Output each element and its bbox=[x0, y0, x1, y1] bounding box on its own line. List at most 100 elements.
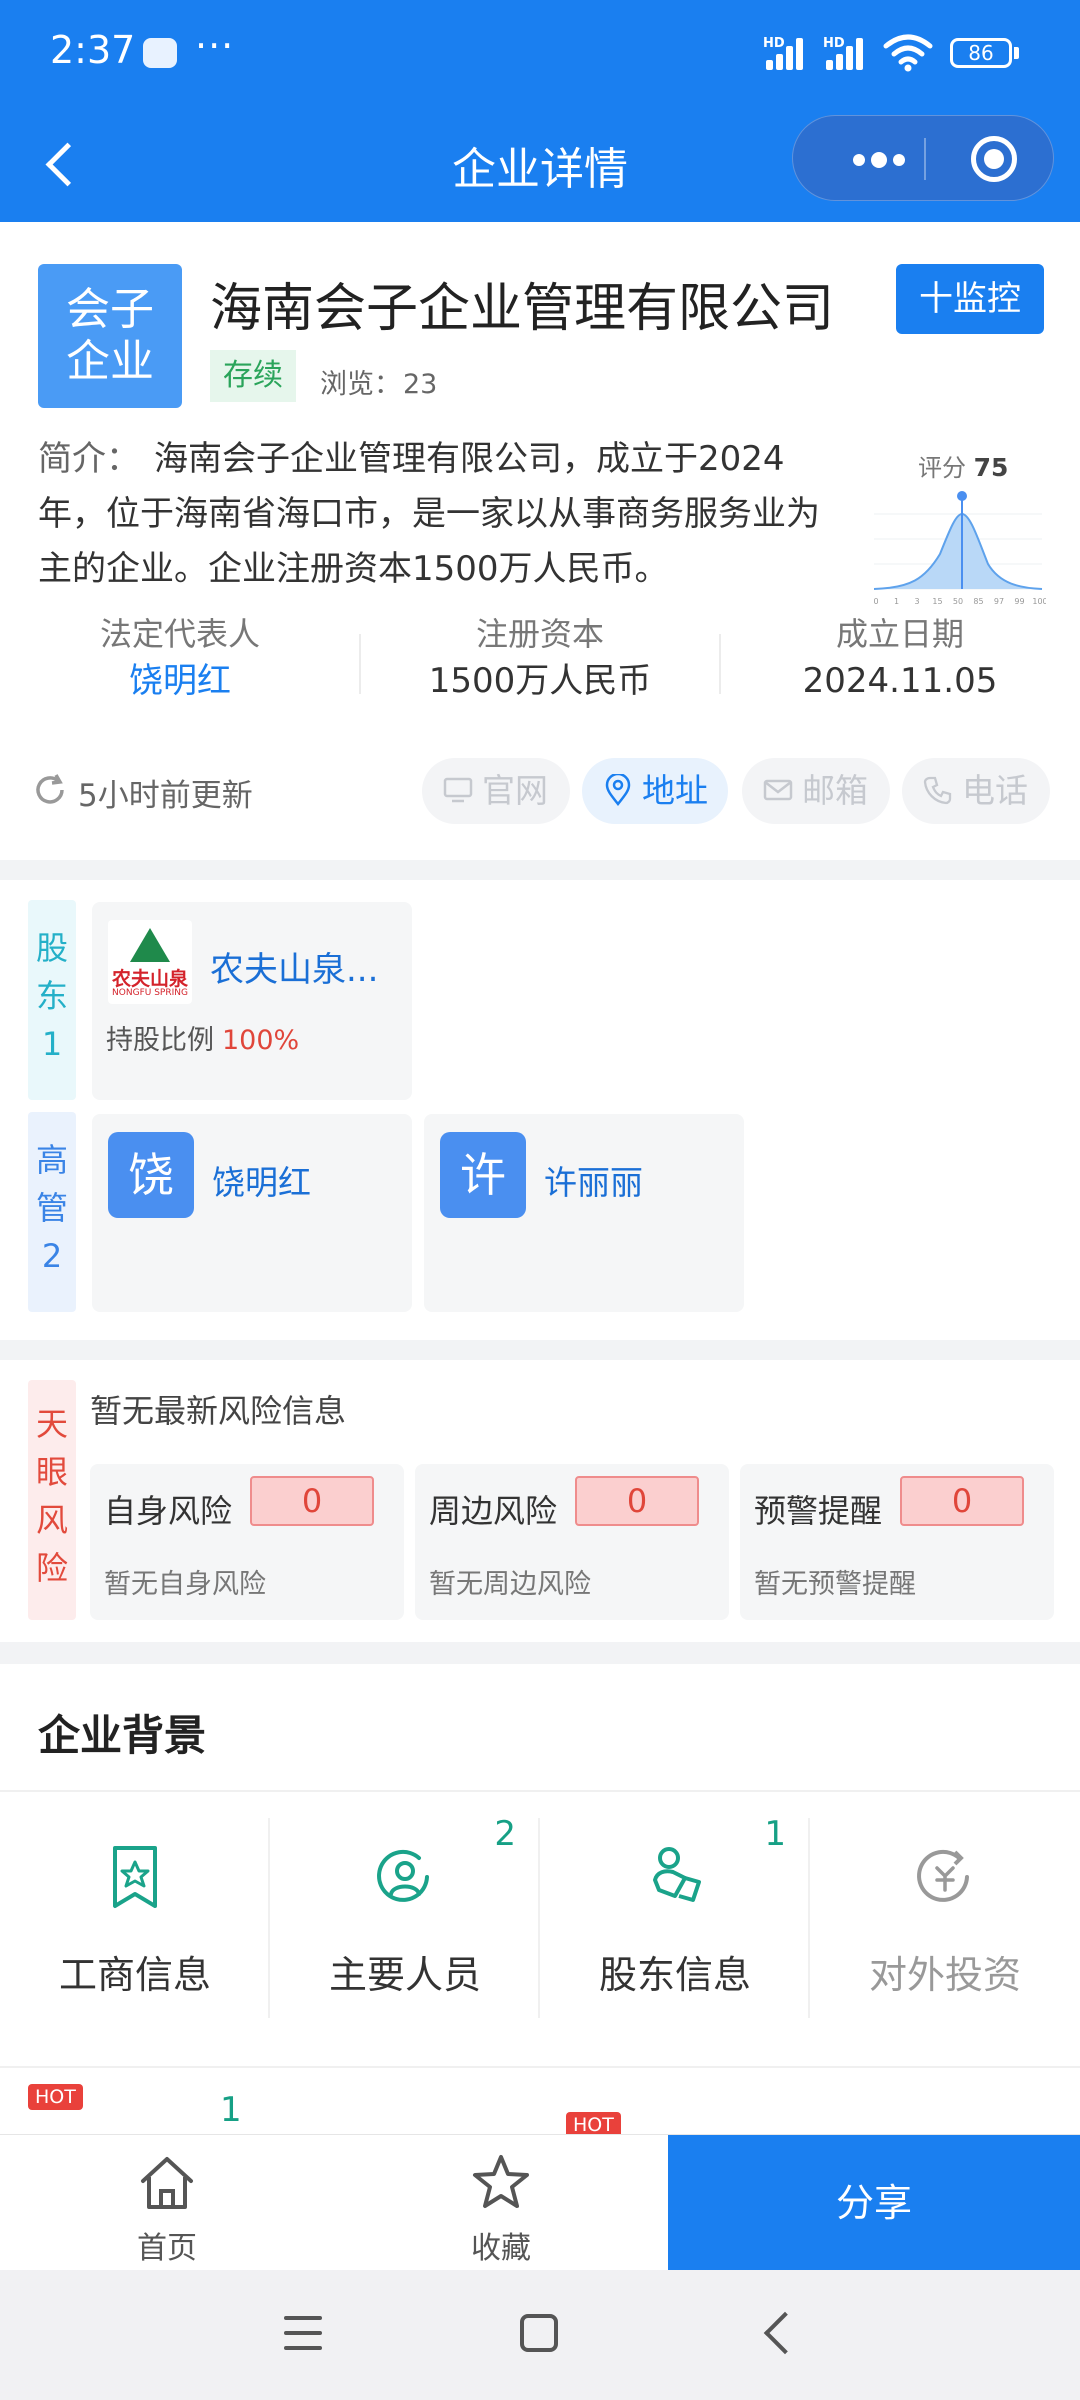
intro-text: 海南会子企业管理有限公司，成立于2024年，位于海南省海口市，是一家以从事商务服… bbox=[38, 439, 820, 589]
nav-bar: 企业详情 bbox=[0, 105, 1080, 222]
score-label: 评分 bbox=[918, 454, 966, 482]
company-background-section: 企业背景 工商信息 2 主要人员 1 股东信息 对外投资 bbox=[0, 1664, 1080, 2134]
shareholder-tag: 股 东 1 bbox=[28, 900, 76, 1100]
score-tick-label: 0 bbox=[873, 597, 878, 606]
system-nav-bar bbox=[0, 2270, 1080, 2400]
more-menu-button[interactable] bbox=[828, 116, 918, 202]
recent-apps-icon[interactable] bbox=[284, 2316, 322, 2352]
manager-card[interactable]: 饶 饶明红 bbox=[92, 1114, 412, 1312]
share-button[interactable]: 分享 bbox=[668, 2135, 1080, 2271]
company-name: 海南会子企业管理有限公司 bbox=[210, 279, 835, 339]
item-label: 主要人员 bbox=[328, 1953, 481, 1997]
person-circle-icon bbox=[377, 1849, 429, 1902]
tag-count: 2 bbox=[41, 1237, 63, 1275]
risk-card: 天 眼 风 险 暂无最新风险信息 自身风险 0 暂无自身风险 周边风险 0 暂无… bbox=[0, 1360, 1080, 1642]
score-tick-label: 97 bbox=[994, 597, 1004, 606]
phone-chip[interactable]: 电话 bbox=[902, 758, 1050, 824]
email-chip[interactable]: 邮箱 bbox=[742, 758, 890, 824]
item-count: 1 bbox=[220, 2090, 242, 2130]
hot-badge: HOT bbox=[28, 2084, 83, 2110]
company-intro: 简介： 海南会子企业管理有限公司，成立于2024年，位于海南省海口市，是一家以从事… bbox=[38, 432, 838, 597]
view-count: 浏览：23 bbox=[318, 362, 437, 401]
star-icon bbox=[473, 2155, 529, 2208]
risk-headline: 暂无最新风险信息 bbox=[90, 1392, 347, 1430]
shareholder-name[interactable]: 农夫山泉... bbox=[210, 942, 378, 991]
tab-home[interactable]: 首页 bbox=[0, 2135, 334, 2271]
tab-label: 收藏 bbox=[471, 2231, 531, 2266]
phone-icon bbox=[923, 776, 952, 805]
bookmark-star-icon bbox=[113, 1846, 157, 1908]
website-chip[interactable]: 官网 bbox=[422, 758, 570, 824]
risk-count: 0 bbox=[250, 1476, 374, 1526]
signal-icon-1 bbox=[766, 36, 812, 70]
logo-text-en: NONGFU SPRING bbox=[112, 988, 188, 998]
manager-name[interactable]: 饶明红 bbox=[212, 1156, 311, 1204]
battery-tip bbox=[1014, 47, 1019, 59]
risk-desc: 暂无自身风险 bbox=[104, 1569, 266, 1600]
grid-row-divider bbox=[0, 2066, 1080, 2068]
section-title: 企业背景 bbox=[38, 1711, 207, 1760]
score-tick-label: 100 bbox=[1032, 597, 1046, 606]
manager-card[interactable]: 许 许丽丽 bbox=[424, 1114, 744, 1312]
shareholder-card[interactable]: 农夫山泉 NONGFU SPRING 农夫山泉... 持股比例 100% bbox=[92, 902, 412, 1100]
shareholder-info-item[interactable]: 1 股东信息 bbox=[540, 1814, 810, 2014]
home-nav-icon[interactable] bbox=[520, 2314, 558, 2352]
back-nav-icon[interactable] bbox=[763, 2311, 807, 2355]
tag-char: 高 bbox=[35, 1141, 68, 1179]
tag-char: 东 bbox=[35, 977, 68, 1015]
manager-name[interactable]: 许丽丽 bbox=[544, 1156, 643, 1204]
company-logo: 会子 企业 bbox=[38, 264, 182, 408]
self-risk[interactable]: 自身风险 0 暂无自身风险 bbox=[90, 1464, 404, 1620]
score-distribution-chart[interactable]: 0 1 3 15 50 85 97 99 100 bbox=[870, 484, 1046, 610]
phone-label: 电话 bbox=[962, 771, 1028, 810]
legal-rep-link[interactable]: 饶明红 bbox=[0, 656, 360, 706]
ratio-value: 100% bbox=[222, 1025, 300, 1056]
signal-icon-2 bbox=[826, 36, 872, 70]
mail-icon bbox=[763, 779, 793, 801]
address-chip[interactable]: 地址 bbox=[582, 758, 728, 824]
address-label: 地址 bbox=[642, 771, 708, 810]
wifi-icon bbox=[883, 34, 933, 72]
tab-favorite[interactable]: 收藏 bbox=[334, 2135, 668, 2271]
location-pin-icon bbox=[605, 774, 631, 806]
key-personnel-item[interactable]: 2 主要人员 bbox=[270, 1814, 540, 2014]
score[interactable]: 评分 75 bbox=[918, 448, 1008, 483]
refresh-icon bbox=[36, 774, 64, 804]
close-miniprogram-button[interactable] bbox=[971, 136, 1017, 182]
founded-label: 成立日期 bbox=[835, 615, 964, 653]
legal-rep: 法定代表人 饶明红 bbox=[0, 612, 360, 706]
tag-char: 风 bbox=[35, 1501, 68, 1539]
score-value: 75 bbox=[973, 453, 1009, 482]
status-time: 2:37 bbox=[50, 28, 136, 72]
warning-alert[interactable]: 预警提醒 0 暂无预警提醒 bbox=[740, 1464, 1054, 1620]
status-more-dots: ··· bbox=[195, 24, 235, 68]
legal-rep-label: 法定代表人 bbox=[99, 615, 260, 653]
avatar: 饶 bbox=[108, 1132, 194, 1218]
monitor-icon bbox=[443, 777, 473, 803]
grid-separator bbox=[808, 1818, 810, 2018]
tag-char: 天 bbox=[35, 1405, 68, 1443]
share-ratio: 持股比例 100% bbox=[106, 1018, 299, 1057]
score-tick-label: 1 bbox=[894, 597, 899, 606]
email-label: 邮箱 bbox=[802, 771, 868, 810]
tag-char: 管 bbox=[35, 1189, 68, 1227]
logo-line-1: 会子 bbox=[66, 284, 154, 335]
external-investment-item[interactable]: 对外投资 bbox=[810, 1814, 1080, 2014]
capital-value: 1500万人民币 bbox=[428, 661, 652, 701]
tag-char: 眼 bbox=[35, 1453, 68, 1491]
tag-count: 1 bbox=[41, 1025, 63, 1063]
investment-icon bbox=[917, 1849, 969, 1902]
risk-title: 周边风险 bbox=[429, 1492, 558, 1530]
views-value: 23 bbox=[403, 369, 438, 400]
monitor-button[interactable]: 十监控 bbox=[896, 264, 1044, 334]
surrounding-risk[interactable]: 周边风险 0 暂无周边风险 bbox=[415, 1464, 729, 1620]
shareholder-logo: 农夫山泉 NONGFU SPRING bbox=[108, 920, 192, 1004]
grid-separator bbox=[538, 1818, 540, 2018]
item-label: 股东信息 bbox=[598, 1953, 751, 1997]
update-time: 5小时前更新 bbox=[78, 778, 253, 814]
intro-label: 简介： bbox=[38, 439, 140, 479]
score-tick-label: 50 bbox=[953, 597, 963, 606]
risk-count: 0 bbox=[575, 1476, 699, 1526]
risk-title: 预警提醒 bbox=[754, 1492, 883, 1530]
business-info-item[interactable]: 工商信息 bbox=[0, 1814, 270, 2014]
